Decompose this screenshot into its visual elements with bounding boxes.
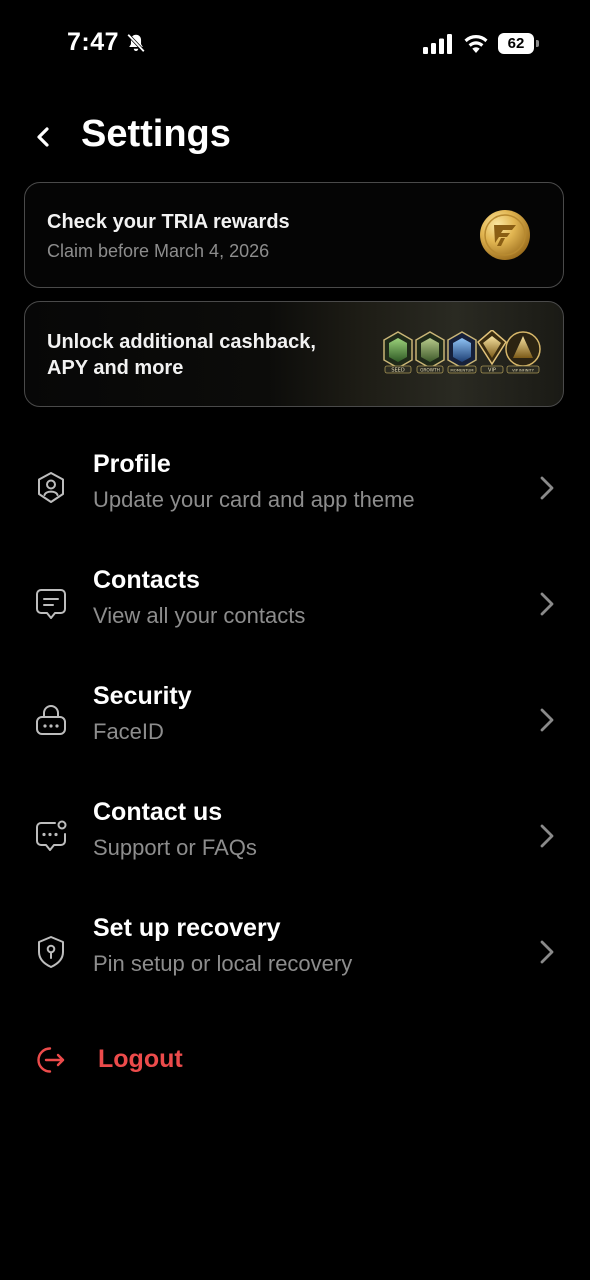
badge-vip-infinity-label: VIP INFINITY [512,369,535,373]
security-label: Security [93,682,192,710]
security-subtitle: FaceID [93,719,164,744]
vip-infinity-badge: VIP INFINITY [505,331,541,374]
cashback-banner-text: Unlock additional cashback, APY and more [47,329,316,381]
rewards-card-title: Check your TRIA rewards [47,211,290,233]
menu-item-contact-us[interactable]: Contact us Support or FAQs [0,798,590,918]
chevron-left-icon [37,127,49,147]
menu-item-contacts[interactable]: Contacts View all your contacts [0,566,590,686]
contacts-label: Contacts [93,566,200,594]
logout-button[interactable]: Logout [0,1043,590,1083]
badge-seed-label: SEED [391,368,404,374]
cellular-signal-icon [423,34,452,54]
bell-muted-icon [127,33,145,53]
contact-us-label: Contact us [93,798,223,826]
status-bar: 7:47 62 [0,0,590,88]
recovery-label: Set up recovery [93,914,281,942]
wifi-icon [464,34,488,53]
profile-label: Profile [93,450,171,478]
growth-badge: GROWTH [415,331,445,374]
message-icon [36,589,66,619]
profile-subtitle: Update your card and app theme [93,487,415,512]
contact-us-subtitle: Support or FAQs [93,835,257,860]
badge-growth-label: GROWTH [420,368,440,374]
logout-icon [37,1047,65,1073]
recovery-subtitle: Pin setup or local recovery [93,951,353,976]
badge-momentum-label: MOMENTUM [450,368,473,373]
contacts-subtitle: View all your contacts [93,603,306,628]
menu-item-recovery[interactable]: Set up recovery Pin setup or local recov… [0,914,590,1034]
rewards-card[interactable]: Check your TRIA rewards Claim before Mar… [24,182,564,288]
lock-icon [36,705,66,735]
page-title: Settings [81,113,231,155]
menu-item-profile[interactable]: Profile Update your card and app theme [0,450,590,570]
battery-level: 62 [498,33,534,54]
menu-item-security[interactable]: Security FaceID [0,682,590,802]
user-shield-icon [38,472,64,503]
battery-indicator: 62 [498,33,540,54]
tria-coin-icon [480,210,530,260]
cashback-line-2: APY and more [47,357,184,379]
badge-vip-label: VIP [488,368,496,374]
rewards-card-subtitle: Claim before March 4, 2026 [47,241,270,261]
cashback-line-1: Unlock additional cashback, [47,331,316,353]
tier-badges: SEED GROWTH MOMENTUM VIP VIP INFINITY [383,330,541,374]
chevron-right-icon [540,592,554,616]
chevron-right-icon [540,940,554,964]
status-time: 7:47 [67,28,120,56]
chevron-right-icon [540,708,554,732]
chevron-right-icon [540,824,554,848]
chevron-right-icon [540,476,554,500]
chat-dots-icon [36,820,67,851]
cashback-banner[interactable]: Unlock additional cashback, APY and more… [24,301,564,407]
back-button[interactable] [26,118,60,156]
battery-tip [536,40,539,47]
logout-label: Logout [98,1045,183,1073]
seed-badge: SEED [383,331,413,374]
momentum-badge: MOMENTUM [447,331,477,374]
vip-badge: VIP [477,330,507,374]
key-shield-icon [38,936,64,968]
